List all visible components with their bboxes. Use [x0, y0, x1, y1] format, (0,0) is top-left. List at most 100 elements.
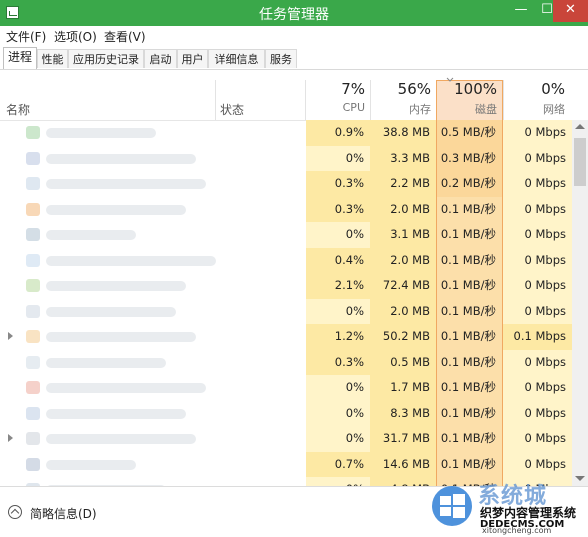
cpu-label[interactable]: CPU — [306, 101, 365, 114]
cpu-cell: 0.3% — [306, 349, 370, 375]
close-button[interactable]: ✕ — [553, 0, 588, 22]
process-icon — [26, 202, 40, 216]
network-cell: 0 Mbps — [503, 273, 572, 299]
sort-descending-icon — [446, 77, 454, 82]
table-row[interactable]: 0.9% 38.8 MB 0.5 MB/秒 0 Mbps — [0, 120, 572, 146]
watermark: 系统城 织梦内容管理系统 DEDECMS.COM xitongcheng.com — [430, 474, 588, 536]
menu-options[interactable]: 选项(O) — [54, 28, 97, 45]
table-row[interactable]: 2.1% 72.4 MB 0.1 MB/秒 0 Mbps — [0, 273, 572, 299]
menu-file[interactable]: 文件(F) — [6, 28, 46, 45]
network-cell: 0 Mbps — [503, 426, 572, 452]
disk-cell: 0.1 MB/秒 — [436, 222, 503, 248]
cpu-cell: 0.9% — [306, 120, 370, 146]
column-name[interactable]: 名称 — [6, 101, 30, 118]
column-status[interactable]: 状态 — [220, 101, 244, 118]
scroll-up-arrow-icon[interactable] — [575, 124, 585, 129]
process-icon — [26, 151, 40, 165]
tab-users[interactable]: 用户 — [177, 49, 208, 68]
process-name-blurred — [46, 383, 206, 393]
cpu-cell: 0.3% — [306, 171, 370, 197]
cpu-cell: 0% — [306, 222, 370, 248]
table-row[interactable]: 0% 1.7 MB 0.1 MB/秒 0 Mbps — [0, 375, 572, 401]
network-cell: 0 Mbps — [503, 171, 572, 197]
network-percent[interactable]: 0% — [503, 80, 565, 98]
disk-cell: 0.1 MB/秒 — [436, 375, 503, 401]
cpu-cell: 0% — [306, 145, 370, 171]
disk-cell: 0.1 MB/秒 — [436, 324, 503, 350]
cpu-cell: 2.1% — [306, 273, 370, 299]
cpu-cell: 0.7% — [306, 451, 370, 477]
process-icon — [26, 177, 40, 190]
process-icon — [26, 126, 40, 139]
tab-strip: 进程 性能 应用历史记录 启动 用户 详细信息 服务 — [0, 46, 588, 70]
fewer-details-link[interactable]: 简略信息(D) — [30, 505, 97, 522]
menu-view[interactable]: 查看(V) — [104, 28, 146, 45]
table-row[interactable]: 0.3% 2.2 MB 0.2 MB/秒 0 Mbps — [0, 171, 572, 197]
scroll-thumb[interactable] — [574, 138, 586, 186]
table-row[interactable]: 0.4% 2.0 MB 0.1 MB/秒 0 Mbps — [0, 247, 572, 273]
disk-label[interactable]: 磁盘 — [436, 101, 497, 117]
cpu-cell: 0% — [306, 477, 370, 486]
memory-cell: 4.8 MB — [370, 477, 436, 486]
memory-cell: 3.3 MB — [370, 145, 436, 171]
tab-processes[interactable]: 进程 — [3, 47, 37, 69]
minimize-button[interactable]: — — [508, 0, 534, 22]
tab-app-history[interactable]: 应用历史记录 — [68, 49, 144, 68]
table-row[interactable]: 0% 3.3 MB 0.3 MB/秒 0 Mbps — [0, 145, 572, 171]
memory-cell: 0.5 MB — [370, 349, 436, 375]
collapse-chevron-icon[interactable] — [8, 505, 22, 519]
process-icon — [26, 330, 40, 343]
process-icon — [26, 381, 40, 394]
process-icon — [26, 253, 40, 267]
memory-cell: 2.2 MB — [370, 171, 436, 197]
cpu-cell: 0.3% — [306, 196, 370, 222]
memory-cell: 31.7 MB — [370, 426, 436, 452]
network-label[interactable]: 网络 — [503, 101, 565, 117]
expand-arrow-icon[interactable] — [8, 332, 13, 340]
memory-percent[interactable]: 56% — [370, 80, 431, 98]
process-name-blurred — [46, 230, 136, 240]
memory-cell: 8.3 MB — [370, 400, 436, 426]
disk-cell: 0.1 MB/秒 — [436, 247, 503, 273]
process-name-blurred — [46, 434, 196, 444]
table-row[interactable]: 0% 3.1 MB 0.1 MB/秒 0 Mbps — [0, 222, 572, 248]
network-cell: 0 Mbps — [503, 400, 572, 426]
network-cell: 0.1 Mbps — [503, 324, 572, 350]
vertical-scrollbar[interactable] — [572, 120, 588, 486]
process-name-blurred — [46, 204, 186, 215]
process-name-blurred — [46, 357, 166, 368]
tab-performance[interactable]: 性能 — [37, 49, 68, 68]
process-icon — [26, 457, 40, 471]
memory-cell: 2.0 MB — [370, 196, 436, 222]
cpu-cell: 0% — [306, 375, 370, 401]
table-row[interactable]: 0% 2.0 MB 0.1 MB/秒 0 Mbps — [0, 298, 572, 324]
memory-cell: 50.2 MB — [370, 324, 436, 350]
cpu-cell: 0% — [306, 426, 370, 452]
table-row[interactable]: 1.2% 50.2 MB 0.1 MB/秒 0.1 Mbps — [0, 324, 572, 350]
cpu-cell: 1.2% — [306, 324, 370, 350]
expand-arrow-icon[interactable] — [8, 434, 13, 442]
network-cell: 0 Mbps — [503, 196, 572, 222]
process-icon — [26, 355, 40, 369]
table-row[interactable]: 0.3% 2.0 MB 0.1 MB/秒 0 Mbps — [0, 196, 572, 222]
title-bar: 任务管理器 — ☐ ✕ — [0, 0, 588, 26]
tab-services[interactable]: 服务 — [265, 49, 297, 68]
process-list: 0.9% 38.8 MB 0.5 MB/秒 0 Mbps 0% 3.3 MB 0.3 MB/… — [0, 120, 572, 486]
table-row[interactable]: 0% 31.7 MB 0.1 MB/秒 0 Mbps — [0, 426, 572, 452]
process-icon — [26, 228, 40, 241]
network-cell: 0 Mbps — [503, 145, 572, 171]
table-row[interactable]: 0.3% 0.5 MB 0.1 MB/秒 0 Mbps — [0, 349, 572, 375]
network-cell: 0 Mbps — [503, 298, 572, 324]
process-name-blurred — [46, 306, 176, 317]
tab-startup[interactable]: 启动 — [144, 49, 177, 68]
cpu-cell: 0.4% — [306, 247, 370, 273]
memory-label[interactable]: 内存 — [370, 101, 431, 117]
disk-cell: 0.2 MB/秒 — [436, 171, 503, 197]
tab-details[interactable]: 详细信息 — [208, 49, 265, 68]
cpu-percent[interactable]: 7% — [306, 80, 365, 98]
table-row[interactable]: 0% 8.3 MB 0.1 MB/秒 0 Mbps — [0, 400, 572, 426]
network-cell: 0 Mbps — [503, 349, 572, 375]
process-name-blurred — [46, 255, 216, 266]
memory-cell: 72.4 MB — [370, 273, 436, 299]
memory-cell: 2.0 MB — [370, 247, 436, 273]
